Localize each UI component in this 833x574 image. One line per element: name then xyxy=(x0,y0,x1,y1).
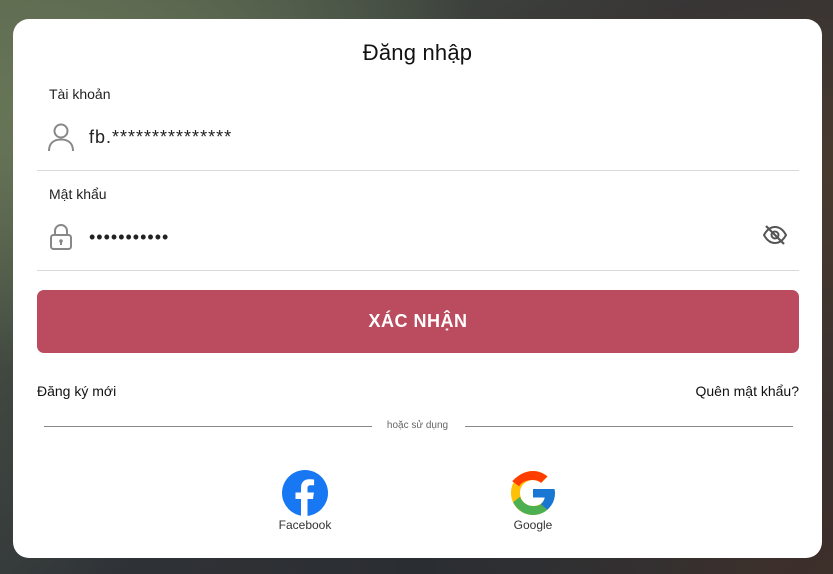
register-link[interactable]: Đăng ký mới xyxy=(37,383,116,399)
account-field[interactable]: fb.*************** xyxy=(37,115,799,159)
login-dialog: Đăng nhập Tài khoản fb.*************** M… xyxy=(13,19,822,558)
account-value[interactable]: fb.*************** xyxy=(89,127,799,148)
password-divider xyxy=(37,270,799,271)
account-label: Tài khoản xyxy=(49,86,111,102)
facebook-login-button[interactable]: Facebook xyxy=(265,469,345,532)
forgot-password-link[interactable]: Quên mật khẩu? xyxy=(695,383,799,399)
lock-icon xyxy=(47,223,75,251)
password-label: Mật khẩu xyxy=(49,186,107,202)
google-icon xyxy=(509,469,557,517)
user-icon xyxy=(47,123,75,152)
password-value[interactable]: ••••••••••• xyxy=(89,227,799,248)
password-field[interactable]: ••••••••••• xyxy=(37,215,799,259)
or-divider-right xyxy=(465,426,793,427)
dialog-title: Đăng nhập xyxy=(362,40,473,65)
facebook-icon xyxy=(281,469,329,517)
eye-off-icon[interactable] xyxy=(762,222,788,248)
google-label: Google xyxy=(513,518,553,532)
facebook-label: Facebook xyxy=(278,518,332,532)
google-login-button[interactable]: Google xyxy=(493,469,573,532)
submit-button[interactable]: XÁC NHẬN xyxy=(37,290,799,353)
account-divider xyxy=(37,170,799,171)
